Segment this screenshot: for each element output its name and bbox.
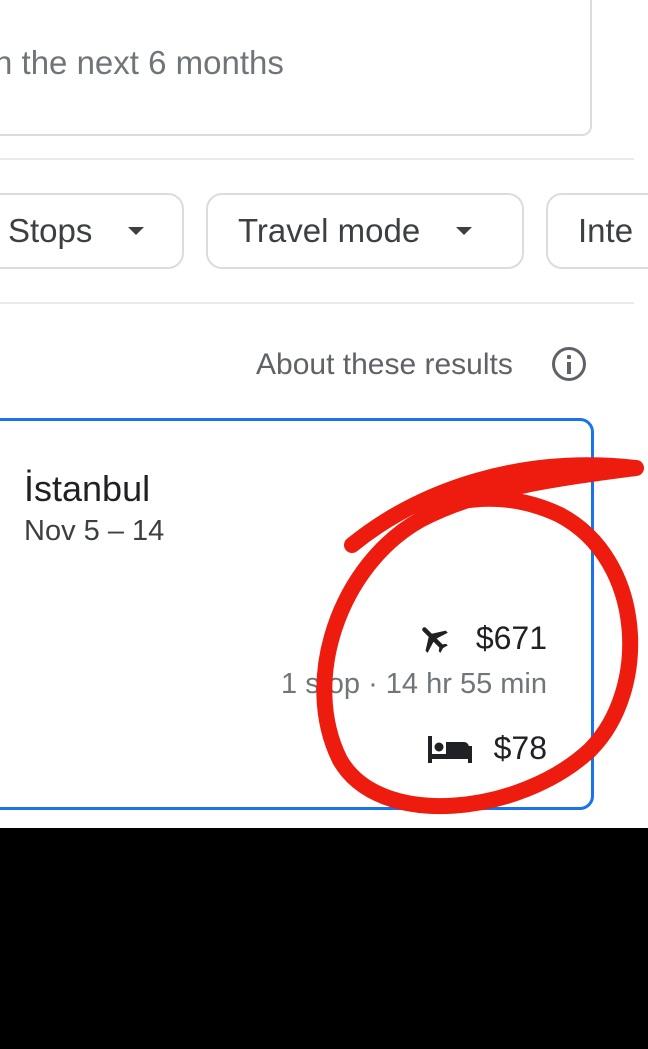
divider <box>0 302 634 304</box>
bed-icon <box>428 736 472 763</box>
divider <box>0 158 634 160</box>
flight-details: 1 stop · 14 hr 55 min <box>281 668 547 700</box>
info-icon[interactable] <box>552 347 586 381</box>
travel-mode-filter-label: Travel mode <box>238 212 421 249</box>
airplane-icon <box>422 627 448 653</box>
flight-price: $671 <box>475 620 547 656</box>
screen: n the next 6 months Stops Travel mode In… <box>0 0 648 828</box>
interests-filter-chip[interactable]: Inte <box>546 193 648 269</box>
travel-mode-filter-chip[interactable]: Travel mode <box>206 193 524 269</box>
trip-dates: Nov 5 – 14 <box>24 515 165 547</box>
bottom-black-bar <box>0 828 648 1049</box>
chevron-down-icon <box>456 227 473 235</box>
date-range-text: n the next 6 months <box>0 44 284 81</box>
stops-filter-label: Stops <box>8 212 93 249</box>
hotel-price: $78 <box>493 730 547 766</box>
about-results-link[interactable]: About these results <box>256 348 513 382</box>
destination-city: İstanbul <box>24 468 151 509</box>
chevron-down-icon <box>128 227 145 235</box>
interests-filter-label: Inte <box>578 212 634 249</box>
stops-filter-chip[interactable]: Stops <box>0 193 184 269</box>
